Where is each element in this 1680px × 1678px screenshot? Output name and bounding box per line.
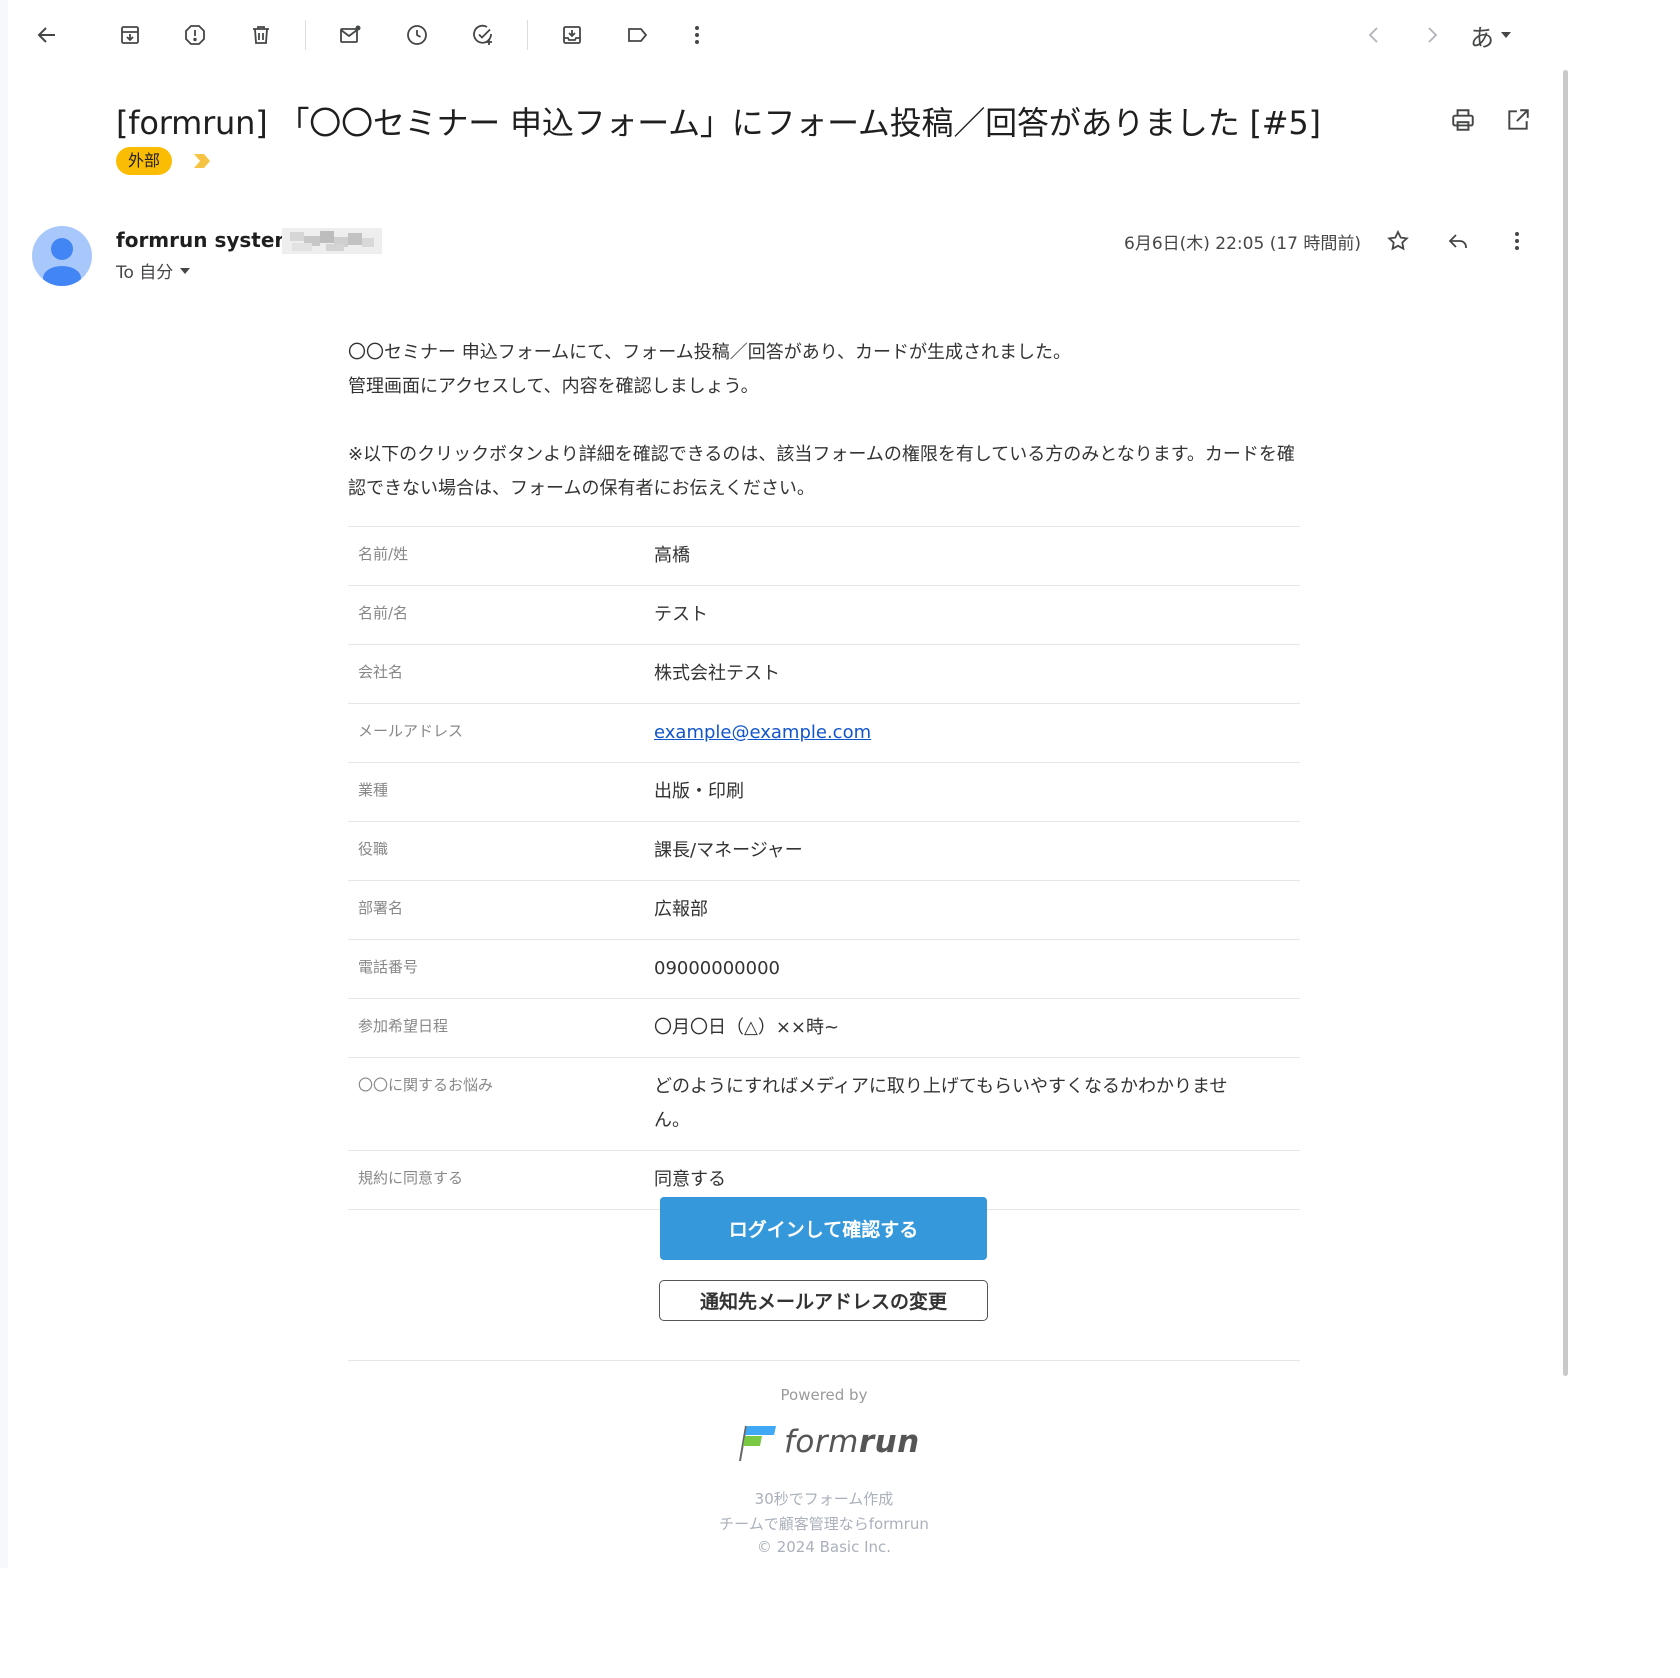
logo-text-form: form — [784, 1424, 859, 1460]
field-label: 名前/名 — [348, 585, 644, 645]
more-vert-icon[interactable] — [679, 17, 715, 53]
label-chip-external[interactable]: 外部 — [116, 147, 173, 175]
field-label: 参加希望日程 — [348, 998, 644, 1058]
person-icon — [43, 238, 81, 286]
table-row: 役職 課長/マネージャー — [348, 821, 1300, 881]
back-arrow-icon[interactable] — [29, 17, 65, 53]
field-value: 課長/マネージャー — [644, 821, 1300, 881]
more-options-icon[interactable] — [1500, 224, 1534, 258]
message-line: 〇〇セミナー 申込フォームにて、フォーム投稿／回答があり、カードが生成されました… — [348, 342, 1072, 363]
table-row: 電話番号 09000000000 — [348, 939, 1300, 999]
table-row: メールアドレス example@example.com — [348, 703, 1300, 763]
field-value: 高橋 — [644, 526, 1300, 586]
archive-icon[interactable] — [112, 17, 148, 53]
app-left-edge — [0, 0, 8, 1568]
footer-copyright: © 2024 Basic Inc. — [756, 1538, 892, 1556]
dropdown-arrow-icon — [1501, 32, 1511, 38]
print-icon[interactable] — [1447, 104, 1479, 136]
form-response-table: 名前/姓 高橋 名前/名 テスト 会社名 株式会社テスト メールアドレス exa… — [348, 526, 1300, 1210]
recipient-text: To 自分 — [116, 263, 174, 283]
report-spam-icon[interactable] — [177, 17, 213, 53]
formrun-logo[interactable]: formrun — [736, 1422, 920, 1462]
email-subject: [formrun] 「〇〇セミナー 申込フォーム」にフォーム投稿／回答がありまし… — [116, 104, 1321, 142]
field-label: 部署名 — [348, 880, 644, 940]
table-row: 会社名 株式会社テスト — [348, 644, 1300, 704]
snooze-icon[interactable] — [399, 17, 435, 53]
recipient-details-toggle[interactable]: To 自分 — [116, 258, 191, 283]
sender-name[interactable]: formrun system — [116, 228, 295, 252]
email-date: 6月6日(木) 22:05 (17 時間前) — [1124, 234, 1361, 254]
field-label: 規約に同意する — [348, 1150, 644, 1210]
scrollbar[interactable] — [1563, 70, 1568, 1376]
logo-text-run: run — [858, 1424, 920, 1460]
importance-marker-icon[interactable] — [192, 152, 214, 170]
open-in-new-window-icon[interactable] — [1502, 104, 1534, 136]
field-label: 電話番号 — [348, 939, 644, 999]
field-value: 出版・印刷 — [644, 762, 1300, 822]
input-method-selector[interactable]: あ — [1470, 17, 1512, 53]
field-value: どのようにすればメディアに取り上げてもらいやすくなるかわかりません。 — [644, 1057, 1300, 1151]
permission-notice: ※以下のクリックボタンより詳細を確認できるのは、該当フォームの権限を有している方… — [348, 444, 1295, 499]
formrun-flag-icon — [739, 1425, 776, 1462]
field-label: 名前/姓 — [348, 526, 644, 586]
mark-unread-icon[interactable] — [332, 17, 368, 53]
field-value: 09000000000 — [644, 939, 1300, 999]
table-row: 〇〇に関するお悩み どのようにすればメディアに取り上げてもらいやすくなるかわかり… — [348, 1057, 1300, 1151]
delete-icon[interactable] — [243, 17, 279, 53]
redacted-email-address — [282, 228, 382, 254]
field-value: 株式会社テスト — [644, 644, 1300, 704]
sender-avatar[interactable] — [32, 226, 92, 286]
message-body: 〇〇セミナー 申込フォームにて、フォーム投稿／回答があり、カードが生成されました… — [348, 336, 1300, 506]
star-icon[interactable] — [1381, 224, 1415, 258]
table-row: 業種 出版・印刷 — [348, 762, 1300, 822]
older-icon[interactable] — [1414, 17, 1450, 53]
move-to-icon[interactable] — [554, 17, 590, 53]
toolbar-divider — [305, 20, 306, 50]
field-label: メールアドレス — [348, 703, 644, 763]
login-confirm-button[interactable]: ログインして確認する — [660, 1197, 987, 1260]
field-label: 業種 — [348, 762, 644, 822]
powered-by-text: Powered by — [780, 1386, 868, 1404]
label-icon[interactable] — [619, 17, 655, 53]
reply-icon[interactable] — [1441, 224, 1475, 258]
footer-tagline: 30秒でフォーム作成 — [754, 1490, 894, 1508]
toolbar-divider — [527, 20, 528, 50]
newer-icon[interactable] — [1356, 17, 1392, 53]
dropdown-arrow-icon — [180, 267, 191, 274]
table-row: 名前/名 テスト — [348, 585, 1300, 645]
field-label: 会社名 — [348, 644, 644, 704]
field-value: テスト — [644, 585, 1300, 645]
message-toolbar: あ — [0, 0, 1568, 70]
table-row: 名前/姓 高橋 — [348, 526, 1300, 586]
table-row: 参加希望日程 〇月〇日（△）××時~ — [348, 998, 1300, 1058]
field-value: 広報部 — [644, 880, 1300, 940]
field-label: 〇〇に関するお悩み — [348, 1057, 644, 1151]
email-link[interactable]: example@example.com — [654, 722, 871, 743]
field-value: 〇月〇日（△）××時~ — [644, 998, 1300, 1058]
footer-tagline: チームで顧客管理ならformrun — [719, 1515, 929, 1533]
field-value: example@example.com — [644, 703, 1300, 763]
table-row: 部署名 広報部 — [348, 880, 1300, 940]
change-notification-email-button[interactable]: 通知先メールアドレスの変更 — [659, 1280, 988, 1321]
formrun-logo-text: formrun — [784, 1424, 920, 1460]
message-line: 管理画面にアクセスして、内容を確認しましょう。 — [348, 376, 759, 397]
add-to-tasks-icon[interactable] — [465, 17, 501, 53]
ime-label: あ — [1470, 23, 1494, 52]
field-label: 役職 — [348, 821, 644, 881]
footer-divider — [348, 1360, 1300, 1361]
